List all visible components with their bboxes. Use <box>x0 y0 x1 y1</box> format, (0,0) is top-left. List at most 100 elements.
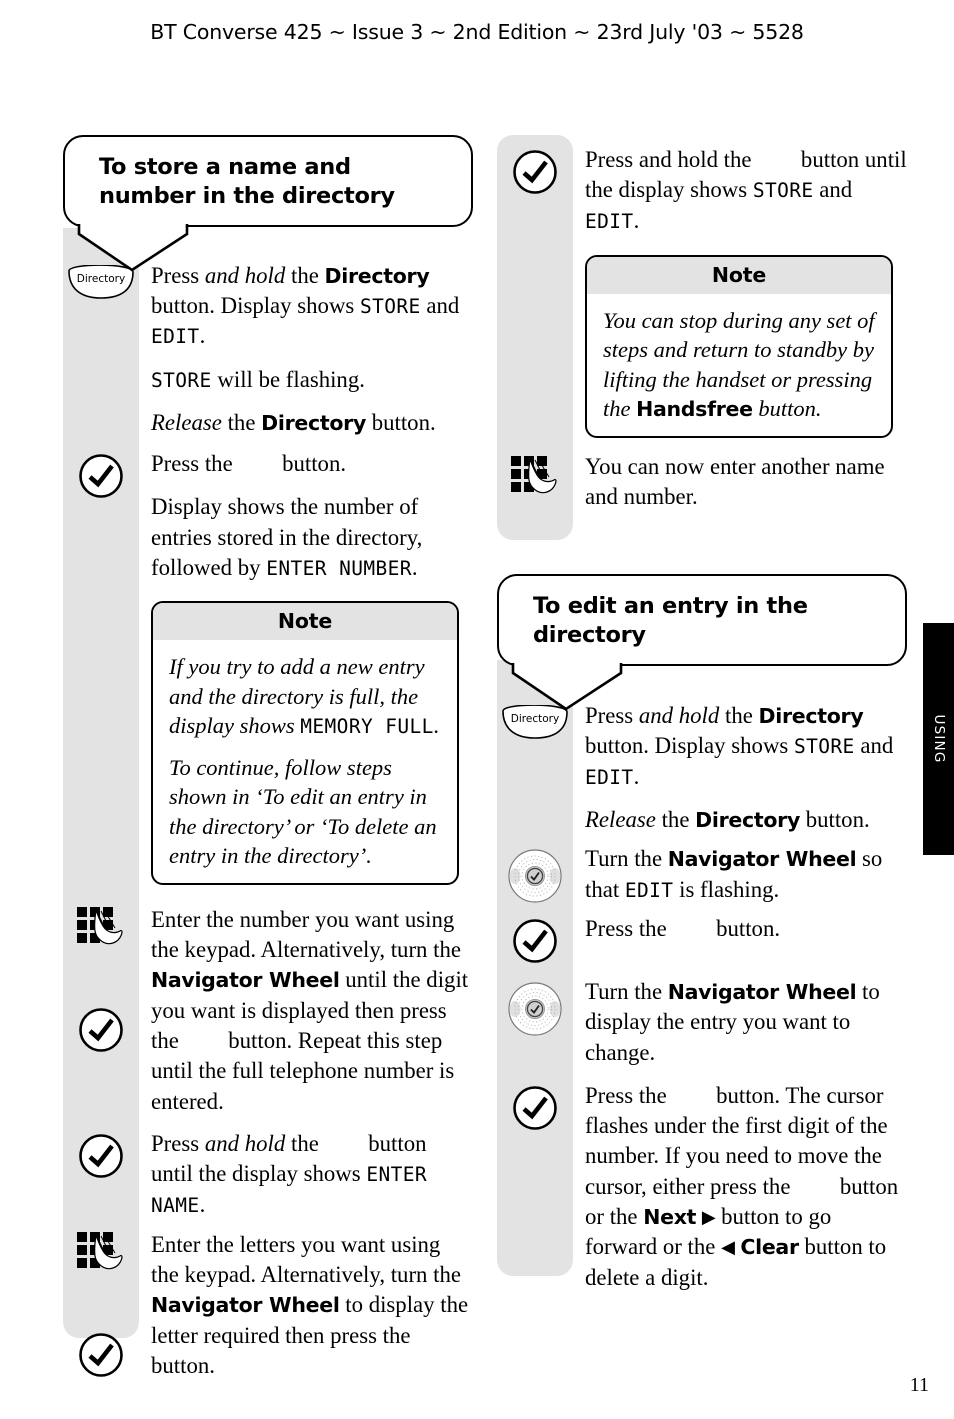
step-edit-press-hold-directory: Directory Press and hold the Directory b… <box>497 701 907 835</box>
term-navigator-wheel: Navigator Wheel <box>667 979 857 1004</box>
left-column: To store a name and number in the direct… <box>63 135 473 1381</box>
step-press-hold-directory: Directory Press and hold the Directory b… <box>63 261 473 439</box>
callout-store-name-number: To store a name and number in the direct… <box>63 135 473 272</box>
keypad-icon[interactable] <box>77 906 125 949</box>
keypad-icon[interactable] <box>77 1231 125 1274</box>
emph-release: Release <box>151 409 222 435</box>
navigator-wheel-icon[interactable] <box>505 848 565 904</box>
step-icon-slot <box>497 844 573 904</box>
step-text: Enter the number you want using the keyp… <box>139 905 473 1117</box>
step-text: Press and hold the button until the disp… <box>139 1129 473 1220</box>
page-number: 11 <box>909 1374 929 1396</box>
step-icon-slot <box>63 1129 139 1179</box>
check-circle-icon[interactable] <box>78 1007 124 1053</box>
emph-and-hold: and hold <box>638 703 720 729</box>
svg-text:Directory: Directory <box>511 713 559 725</box>
step-icon-slot <box>63 905 139 1053</box>
step-enter-letters-keypad: Enter the letters you want using the key… <box>63 1230 473 1382</box>
lcd-enter-number: ENTER NUMBER <box>266 557 412 581</box>
check-circle-icon[interactable] <box>512 1085 558 1131</box>
step-text: You can now enter another name and numbe… <box>573 452 907 513</box>
step-text: Press and hold the Directory button. Dis… <box>573 701 907 835</box>
step-paragraph: Press and hold the button until the disp… <box>151 1130 428 1217</box>
step-text: Press the button. Display shows the numb… <box>139 449 473 583</box>
step-turn-wheel-edit-flashing: Turn the Navigator Wheel so that EDIT is… <box>497 844 907 905</box>
check-circle-icon[interactable] <box>512 918 558 964</box>
step-text: Enter the letters you want using the key… <box>139 1230 473 1382</box>
callout-title-right: To edit an entry in the directory <box>533 593 808 649</box>
term-navigator-wheel: Navigator Wheel <box>667 847 857 872</box>
step-paragraph: Enter the number you want using the keyp… <box>151 906 469 1114</box>
step-paragraph: Enter the letters you want using the key… <box>151 1231 469 1379</box>
step-paragraph: Turn the Navigator Wheel to display the … <box>585 978 880 1065</box>
lcd-store: STORE <box>151 368 212 392</box>
step-paragraph: Press the button. <box>585 915 781 941</box>
note-box-standby: Note You can stop during any set of step… <box>585 254 893 438</box>
lcd-store: STORE <box>793 735 855 759</box>
svg-text:Directory: Directory <box>77 273 125 285</box>
step-paragraph: You can now enter another name and numbe… <box>585 453 885 510</box>
step-text: Press and hold the button until the disp… <box>573 145 907 236</box>
step-icon-slot <box>497 1081 573 1131</box>
emph-and-hold: and hold <box>204 262 286 288</box>
page-header: BT Converse 425 ~ Issue 3 ~ 2nd Edition … <box>150 20 804 44</box>
arrow-left-icon: ◀ <box>721 1237 735 1259</box>
step-enter-another: You can now enter another name and numbe… <box>497 452 907 513</box>
step-press-hold-enter-name: Press and hold the button until the disp… <box>63 1129 473 1220</box>
lcd-enter-name: ENTER NAME <box>151 1163 428 1217</box>
term-clear: Clear <box>740 1235 799 1260</box>
check-circle-icon[interactable] <box>78 1332 124 1378</box>
term-directory: Directory <box>695 807 801 832</box>
term-navigator-wheel: Navigator Wheel <box>151 1293 340 1318</box>
lcd-memory-full: MEMORY FULL <box>300 715 434 739</box>
check-circle-icon[interactable] <box>512 149 558 195</box>
step-text: Turn the Navigator Wheel to display the … <box>573 977 907 1068</box>
callout-tail-left <box>77 221 192 274</box>
step-icon-slot <box>497 452 573 498</box>
step-text: Press the button. <box>573 914 907 944</box>
note-heading: Note <box>587 256 891 294</box>
right-column: Press and hold the button until the disp… <box>497 135 907 1293</box>
step-paragraph: Press the button. <box>151 451 347 477</box>
step-text: Press and hold the Directory button. Dis… <box>139 261 473 439</box>
step-icon-slot <box>497 977 573 1037</box>
step-icon-slot <box>497 914 573 964</box>
note-paragraph: You can stop during any set of steps and… <box>603 307 875 422</box>
note-paragraph: If you try to add a new entry and the di… <box>169 654 440 739</box>
term-directory: Directory <box>758 704 864 729</box>
callout-tail-right <box>511 661 626 713</box>
check-circle-icon[interactable] <box>78 453 124 499</box>
keypad-icon[interactable] <box>511 455 559 498</box>
term-next: Next <box>643 1205 697 1230</box>
check-circle-icon[interactable] <box>78 1133 124 1179</box>
step-text: Press the button. The cursor flashes und… <box>573 1081 907 1293</box>
step-paragraph: Press the button. The cursor flashes und… <box>585 1082 899 1290</box>
step-paragraph: STORE will be flashing. <box>151 366 365 392</box>
arrow-right-icon: ▶ <box>701 1207 716 1229</box>
step-icon-slot <box>63 449 139 499</box>
side-tab-using: USING <box>923 623 954 855</box>
emph-release: Release <box>585 806 656 832</box>
step-paragraph: Release the Directory button. <box>151 409 436 435</box>
step-press-ok: Press the button. Display shows the numb… <box>63 449 473 583</box>
note-body: You can stop during any set of steps and… <box>587 294 891 436</box>
term-directory: Directory <box>261 410 367 435</box>
step-press-ok-cursor: Press the button. The cursor flashes und… <box>497 1081 907 1293</box>
step-paragraph: Turn the Navigator Wheel so that EDIT is… <box>585 846 883 902</box>
navigator-wheel-icon[interactable] <box>505 981 565 1037</box>
term-navigator-wheel: Navigator Wheel <box>151 968 340 993</box>
note-box-memory-full: Note If you try to add a new entry and t… <box>151 601 459 885</box>
lcd-store: STORE <box>359 294 421 318</box>
step-text: Turn the Navigator Wheel so that EDIT is… <box>573 844 907 905</box>
step-enter-number-keypad: Enter the number you want using the keyp… <box>63 905 473 1117</box>
emph-and-hold: and hold <box>204 1130 286 1156</box>
callout-edit-entry: To edit an entry in the directory <box>497 574 907 711</box>
step-paragraph: Press and hold the Directory button. Dis… <box>585 703 894 789</box>
step-turn-wheel-display-entry: Turn the Navigator Wheel to display the … <box>497 977 907 1068</box>
term-directory: Directory <box>324 263 430 288</box>
lcd-edit: EDIT <box>151 325 200 349</box>
side-tab-label: USING <box>930 714 947 764</box>
step-icon-slot <box>497 145 573 195</box>
lcd-edit: EDIT <box>585 765 634 789</box>
term-handsfree: Handsfree <box>636 397 753 422</box>
